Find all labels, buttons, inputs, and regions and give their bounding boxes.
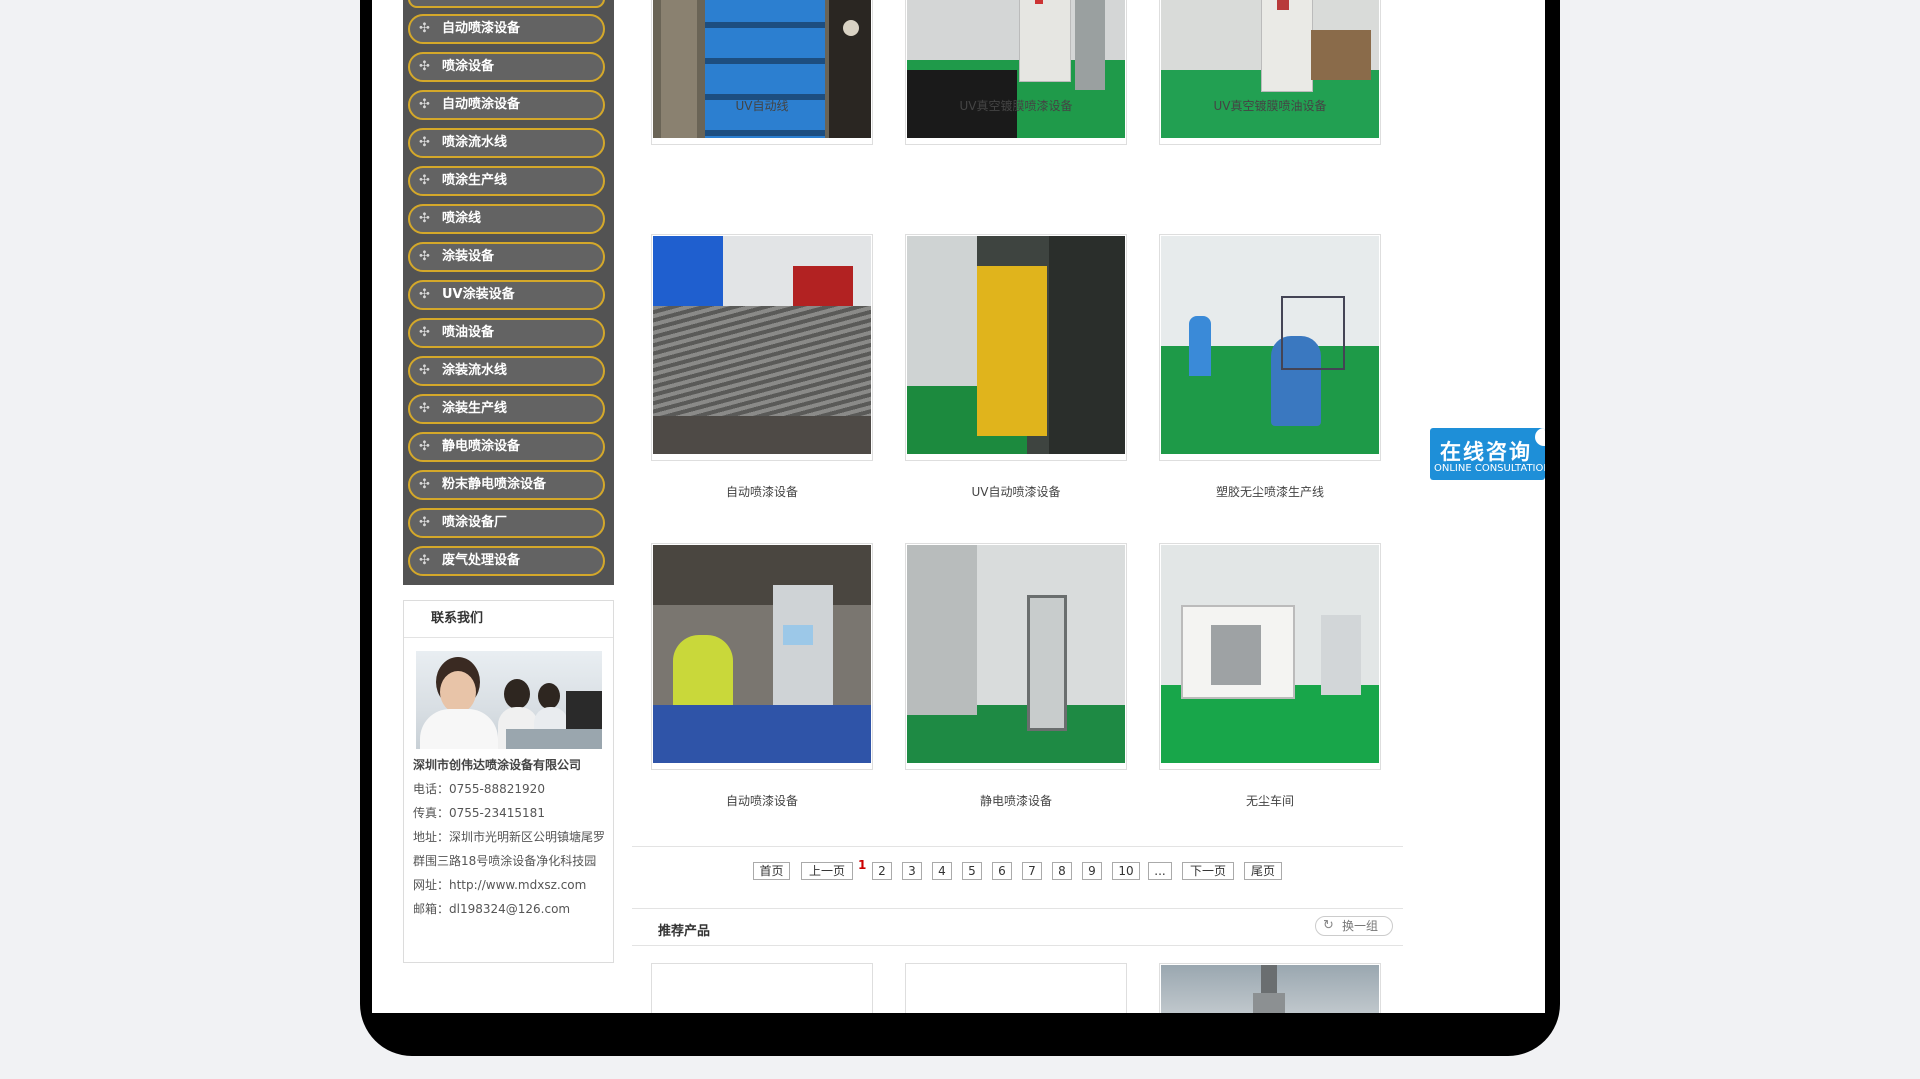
product-image[interactable]	[1161, 236, 1379, 454]
recommended-card[interactable]	[651, 963, 873, 1013]
page-next[interactable]: 下一页	[1182, 862, 1234, 880]
page-current: 1	[858, 858, 867, 872]
product-caption[interactable]: 自动喷漆设备	[652, 483, 872, 500]
product-image[interactable]	[907, 0, 1125, 138]
product-image[interactable]	[1161, 965, 1379, 1013]
product-card[interactable]: UV真空镀膜喷油设备	[1159, 0, 1381, 145]
company-name: 深圳市创伟达喷涂设备有限公司	[413, 758, 582, 772]
product-image[interactable]	[653, 545, 871, 763]
page-number[interactable]: 4	[932, 862, 952, 880]
swap-group-button[interactable]: ↻ 换一组	[1315, 916, 1393, 936]
product-caption[interactable]: UV真空镀膜喷油设备	[1160, 97, 1380, 114]
category-item[interactable]: ✣ 废气处理设备	[408, 546, 605, 576]
product-card[interactable]: 无尘车间	[1159, 543, 1381, 808]
page-number[interactable]: 3	[902, 862, 922, 880]
product-card[interactable]: 静电喷漆设备	[905, 543, 1127, 808]
plus-icon: ✣	[419, 173, 430, 188]
contact-details: 深圳市创伟达喷涂设备有限公司 电话：0755-88821920 传真：0755-…	[413, 753, 608, 921]
product-caption[interactable]: UV自动喷漆设备	[906, 483, 1126, 500]
category-item[interactable]: ✣ 涂装生产线	[408, 394, 605, 424]
browser-viewport: ✣ 自动喷漆设备 ✣ 喷涂设备 ✣ 自动喷涂设备 ✣ 喷涂流水线 ✣ 喷涂生产线 ✣ 喷涂线…	[372, 0, 1545, 1013]
product-image[interactable]	[653, 236, 871, 454]
plus-icon: ✣	[419, 325, 430, 340]
plus-icon: ✣	[419, 211, 430, 226]
consult-label-en: ONLINE CONSULTATION	[1434, 463, 1545, 474]
plus-icon: ✣	[419, 401, 430, 416]
category-item[interactable]: ✣ 喷油设备	[408, 318, 605, 348]
plus-icon: ✣	[419, 287, 430, 302]
sidebar: ✣ 自动喷漆设备 ✣ 喷涂设备 ✣ 自动喷涂设备 ✣ 喷涂流水线 ✣ 喷涂生产线 ✣ 喷涂线…	[403, 0, 614, 963]
page-ellipsis[interactable]: ...	[1148, 862, 1172, 880]
category-item[interactable]: ✣ 涂装设备	[408, 242, 605, 272]
category-item[interactable]: ✣ 自动喷涂设备	[408, 90, 605, 120]
online-consultation-button[interactable]: 在线咨询 ONLINE CONSULTATION	[1430, 428, 1545, 480]
call-center-photo	[416, 651, 602, 749]
pagination: 首页 上一页 1 2 3 4 5 6 7 8 9 10 ... 下一页 尾页	[372, 858, 1545, 882]
consult-label: 在线咨询	[1440, 440, 1532, 464]
page-last[interactable]: 尾页	[1244, 862, 1282, 880]
plus-icon: ✣	[419, 249, 430, 264]
product-card[interactable]: 自动喷漆设备	[651, 543, 873, 808]
product-image[interactable]	[1161, 0, 1379, 138]
page-number[interactable]: 9	[1082, 862, 1102, 880]
category-item[interactable]: ✣ 喷涂生产线	[408, 166, 605, 196]
plus-icon: ✣	[419, 439, 430, 454]
page-number[interactable]: 5	[962, 862, 982, 880]
plus-icon: ✣	[419, 135, 430, 150]
category-item[interactable]: ✣ 粉末静电喷涂设备	[408, 470, 605, 500]
page-prev[interactable]: 上一页	[801, 862, 853, 880]
contact-panel: 联系我们 深圳市创伟达喷涂设备有限公司 电话：0755-88821920 传真：…	[403, 600, 614, 963]
page-number[interactable]: 7	[1022, 862, 1042, 880]
consult-badge	[1535, 428, 1545, 446]
page-number[interactable]: 6	[992, 862, 1012, 880]
product-caption[interactable]: UV自动线	[652, 97, 872, 114]
category-item-partial[interactable]	[408, 0, 605, 8]
product-image[interactable]	[1161, 545, 1379, 763]
product-caption[interactable]: UV真空镀膜喷漆设备	[906, 97, 1126, 114]
recommended-card[interactable]	[1159, 963, 1381, 1013]
category-item[interactable]: ✣ 喷涂流水线	[408, 128, 605, 158]
category-item[interactable]: ✣ UV涂装设备	[408, 280, 605, 310]
category-item[interactable]: ✣ 涂装流水线	[408, 356, 605, 386]
product-image[interactable]	[907, 236, 1125, 454]
product-card[interactable]: UV自动喷漆设备	[905, 234, 1127, 499]
product-card[interactable]: 塑胶无尘喷漆生产线	[1159, 234, 1381, 499]
recommended-title: 推荐产品	[658, 924, 711, 939]
product-category-list: ✣ 自动喷漆设备 ✣ 喷涂设备 ✣ 自动喷涂设备 ✣ 喷涂流水线 ✣ 喷涂生产线 ✣ 喷涂线…	[403, 0, 614, 585]
category-item[interactable]: ✣ 喷涂线	[408, 204, 605, 234]
plus-icon: ✣	[419, 363, 430, 378]
contact-phone: 电话：0755-88821920	[413, 782, 545, 796]
plus-icon: ✣	[419, 553, 430, 568]
plus-icon: ✣	[419, 21, 430, 36]
plus-icon: ✣	[419, 477, 430, 492]
page-first[interactable]: 首页	[753, 862, 790, 880]
refresh-icon: ↻	[1323, 918, 1334, 933]
product-image[interactable]	[653, 0, 871, 138]
category-item[interactable]: ✣ 喷涂设备厂	[408, 508, 605, 538]
plus-icon: ✣	[419, 59, 430, 74]
product-card[interactable]: 自动喷漆设备	[651, 234, 873, 499]
plus-icon: ✣	[419, 97, 430, 112]
page-number[interactable]: 10	[1112, 862, 1140, 880]
product-image[interactable]	[907, 545, 1125, 763]
recommended-card[interactable]	[905, 963, 1127, 1013]
product-card[interactable]: UV自动线	[651, 0, 873, 145]
category-item[interactable]: ✣ 静电喷涂设备	[408, 432, 605, 462]
divider	[632, 846, 1403, 847]
category-item[interactable]: ✣ 自动喷漆设备	[408, 14, 605, 44]
contact-title: 联系我们	[404, 601, 613, 638]
product-card[interactable]: UV真空镀膜喷漆设备	[905, 0, 1127, 145]
product-caption[interactable]: 塑胶无尘喷漆生产线	[1160, 483, 1380, 500]
category-item[interactable]: ✣ 喷涂设备	[408, 52, 605, 82]
page-number[interactable]: 2	[872, 862, 892, 880]
contact-email[interactable]: 邮箱：dl198324@126.com	[413, 897, 608, 921]
contact-fax: 传真：0755-23415181	[413, 806, 545, 820]
product-caption[interactable]: 静电喷漆设备	[906, 792, 1126, 809]
recommended-header: 推荐产品 ↻ 换一组	[632, 908, 1403, 946]
product-caption[interactable]: 自动喷漆设备	[652, 792, 872, 809]
page-number[interactable]: 8	[1052, 862, 1072, 880]
product-caption[interactable]: 无尘车间	[1160, 792, 1380, 809]
plus-icon: ✣	[419, 515, 430, 530]
